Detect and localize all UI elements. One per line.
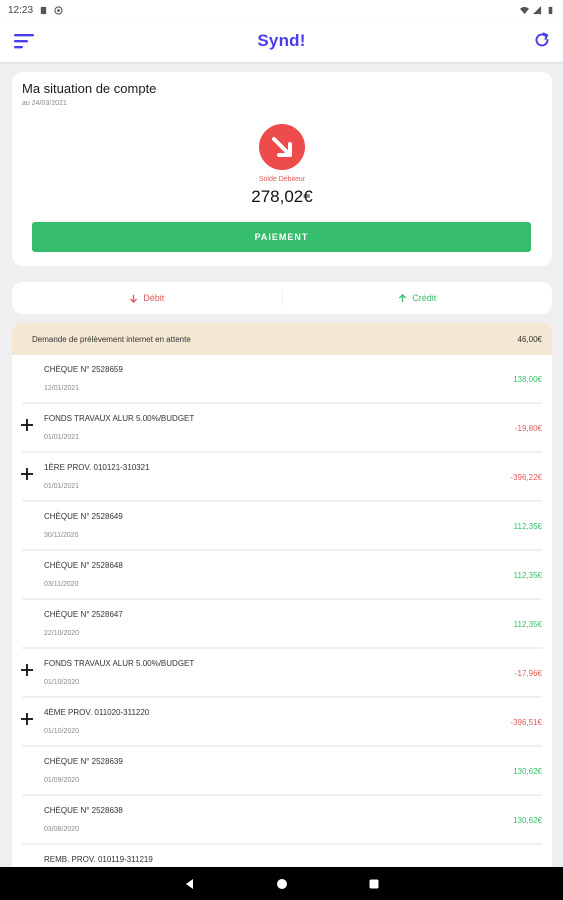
- payment-button[interactable]: PAIEMENT: [32, 222, 531, 252]
- signal-icon: [533, 5, 542, 14]
- filter-credit-button[interactable]: Crédit: [283, 282, 553, 314]
- filter-debit-button[interactable]: Débit: [12, 282, 282, 314]
- home-button[interactable]: [276, 878, 288, 890]
- transaction-date: 01/09/2020: [44, 777, 80, 784]
- recents-button[interactable]: [368, 878, 380, 890]
- pending-amount: 46,00€: [517, 334, 542, 344]
- transaction-row[interactable]: CHÈQUE N° 2528639 01/09/2020 130,62€: [22, 747, 542, 796]
- transaction-date: 01/01/2021: [44, 483, 80, 490]
- transaction-amount: -396,22€: [510, 473, 542, 482]
- transaction-row[interactable]: FONDS TRAVAUX ALUR 5.00%/BUDGET 01/10/202…: [20, 649, 542, 698]
- transaction-row[interactable]: CHÈQUE N° 2528647 22/10/2020 112,35€: [22, 600, 542, 649]
- plus-icon[interactable]: [20, 712, 34, 726]
- transaction-amount: 130,62€: [513, 816, 542, 825]
- refresh-icon[interactable]: [533, 31, 551, 49]
- transaction-label: CHÈQUE N° 2528659: [44, 365, 123, 374]
- plus-icon[interactable]: [20, 467, 34, 481]
- pending-label: Demande de prélèvement internet en atten…: [32, 334, 191, 344]
- app-header: Synd!: [0, 20, 563, 62]
- transaction-label: CHÈQUE N° 2528647: [44, 610, 123, 619]
- balance-amount: 278,02€: [251, 187, 313, 206]
- transaction-date: 03/08/2020: [44, 826, 80, 833]
- app-title: Synd!: [257, 31, 306, 50]
- status-time: 12:23: [8, 4, 34, 16]
- transaction-amount: -396,51€: [510, 718, 542, 727]
- transaction-list: Demande de prélèvement internet en atten…: [12, 323, 552, 883]
- transaction-label: CHÈQUE N° 2528648: [44, 561, 123, 570]
- arrow-up-icon: [399, 293, 407, 302]
- filter-tabs: Débit Crédit: [12, 282, 552, 314]
- transaction-row[interactable]: 4ÈME PROV. 011020-311220 01/10/2020 -396,5…: [20, 698, 542, 747]
- sd-card-icon: [40, 6, 47, 14]
- arrow-down-right-icon: [272, 137, 292, 157]
- back-icon: [185, 878, 193, 889]
- menu-icon[interactable]: [14, 33, 36, 49]
- transaction-date: 01/10/2020: [44, 728, 80, 735]
- transaction-amount: -17,96€: [514, 669, 542, 678]
- transaction-label: CHÈQUE N° 2528649: [44, 512, 123, 521]
- transaction-amount: 112,35€: [513, 522, 542, 531]
- account-date: au 24/03/2021: [22, 100, 67, 107]
- wifi-icon: [520, 6, 529, 14]
- filter-debit-label: Débit: [143, 293, 165, 303]
- transaction-amount: 112,35€: [513, 620, 542, 629]
- system-nav-bar: [0, 867, 563, 900]
- transaction-label: REMB. PROV. 010119-311219: [44, 855, 153, 864]
- transaction-label: CHÈQUE N° 2528638: [44, 806, 123, 815]
- account-card: Ma situation de compte au 24/03/2021 Sol…: [12, 72, 552, 266]
- transaction-row[interactable]: CHÈQUE N° 2528638 03/08/2020 130,62€: [22, 796, 542, 845]
- transaction-amount: -19,80€: [514, 424, 542, 433]
- plus-icon[interactable]: [20, 418, 34, 432]
- transaction-label: 4ÈME PROV. 011020-311220: [44, 708, 150, 717]
- transaction-amount: 130,62€: [513, 767, 542, 776]
- account-title: Ma situation de compte: [22, 81, 157, 96]
- home-icon: [276, 878, 287, 889]
- status-bar: 12:23: [0, 0, 563, 20]
- transaction-date: 30/11/2020: [44, 532, 79, 539]
- transaction-date: 03/11/2020: [44, 581, 79, 588]
- plus-icon[interactable]: [20, 663, 34, 677]
- transaction-label: FONDS TRAVAUX ALUR 5.00%/BUDGET: [44, 659, 195, 668]
- arrow-down-icon: [130, 294, 138, 303]
- transaction-date: 12/01/2021: [44, 385, 80, 392]
- transaction-date: 01/10/2020: [44, 679, 80, 686]
- transaction-amount: 112,35€: [513, 571, 542, 580]
- recents-icon: [369, 879, 378, 888]
- transaction-row[interactable]: CHÈQUE N° 2528659 12/01/2021 138,00€: [22, 355, 542, 404]
- transaction-date: 22/10/2020: [44, 630, 80, 637]
- transaction-row[interactable]: 1ÈRE PROV. 010121-310321 01/01/2021 -396,2…: [20, 453, 542, 502]
- transaction-row[interactable]: CHÈQUE N° 2528649 30/11/2020 112,35€: [22, 502, 542, 551]
- transaction-row[interactable]: CHÈQUE N° 2528648 03/11/2020 112,35€: [22, 551, 542, 600]
- pending-debit-banner[interactable]: Demande de prélèvement internet en atten…: [12, 323, 552, 355]
- transaction-label: CHÈQUE N° 2528639: [44, 757, 123, 766]
- balance-status-icon: [259, 124, 305, 170]
- balance-label: Solde Débiteur: [258, 176, 306, 183]
- back-button[interactable]: [184, 878, 196, 890]
- battery-icon: [548, 6, 553, 14]
- at-sign-icon: [54, 5, 63, 15]
- transaction-row[interactable]: FONDS TRAVAUX ALUR 5.00%/BUDGET 01/01/202…: [20, 404, 542, 453]
- filter-credit-label: Crédit: [412, 293, 437, 303]
- transaction-label: 1ÈRE PROV. 010121-310321: [44, 463, 150, 472]
- transaction-label: FONDS TRAVAUX ALUR 5.00%/BUDGET: [44, 414, 195, 423]
- transaction-amount: 138,00€: [513, 375, 542, 384]
- transaction-rows: CHÈQUE N° 2528659 12/01/2021 138,00€ FONDS …: [12, 355, 552, 883]
- transaction-date: 01/01/2021: [44, 434, 80, 441]
